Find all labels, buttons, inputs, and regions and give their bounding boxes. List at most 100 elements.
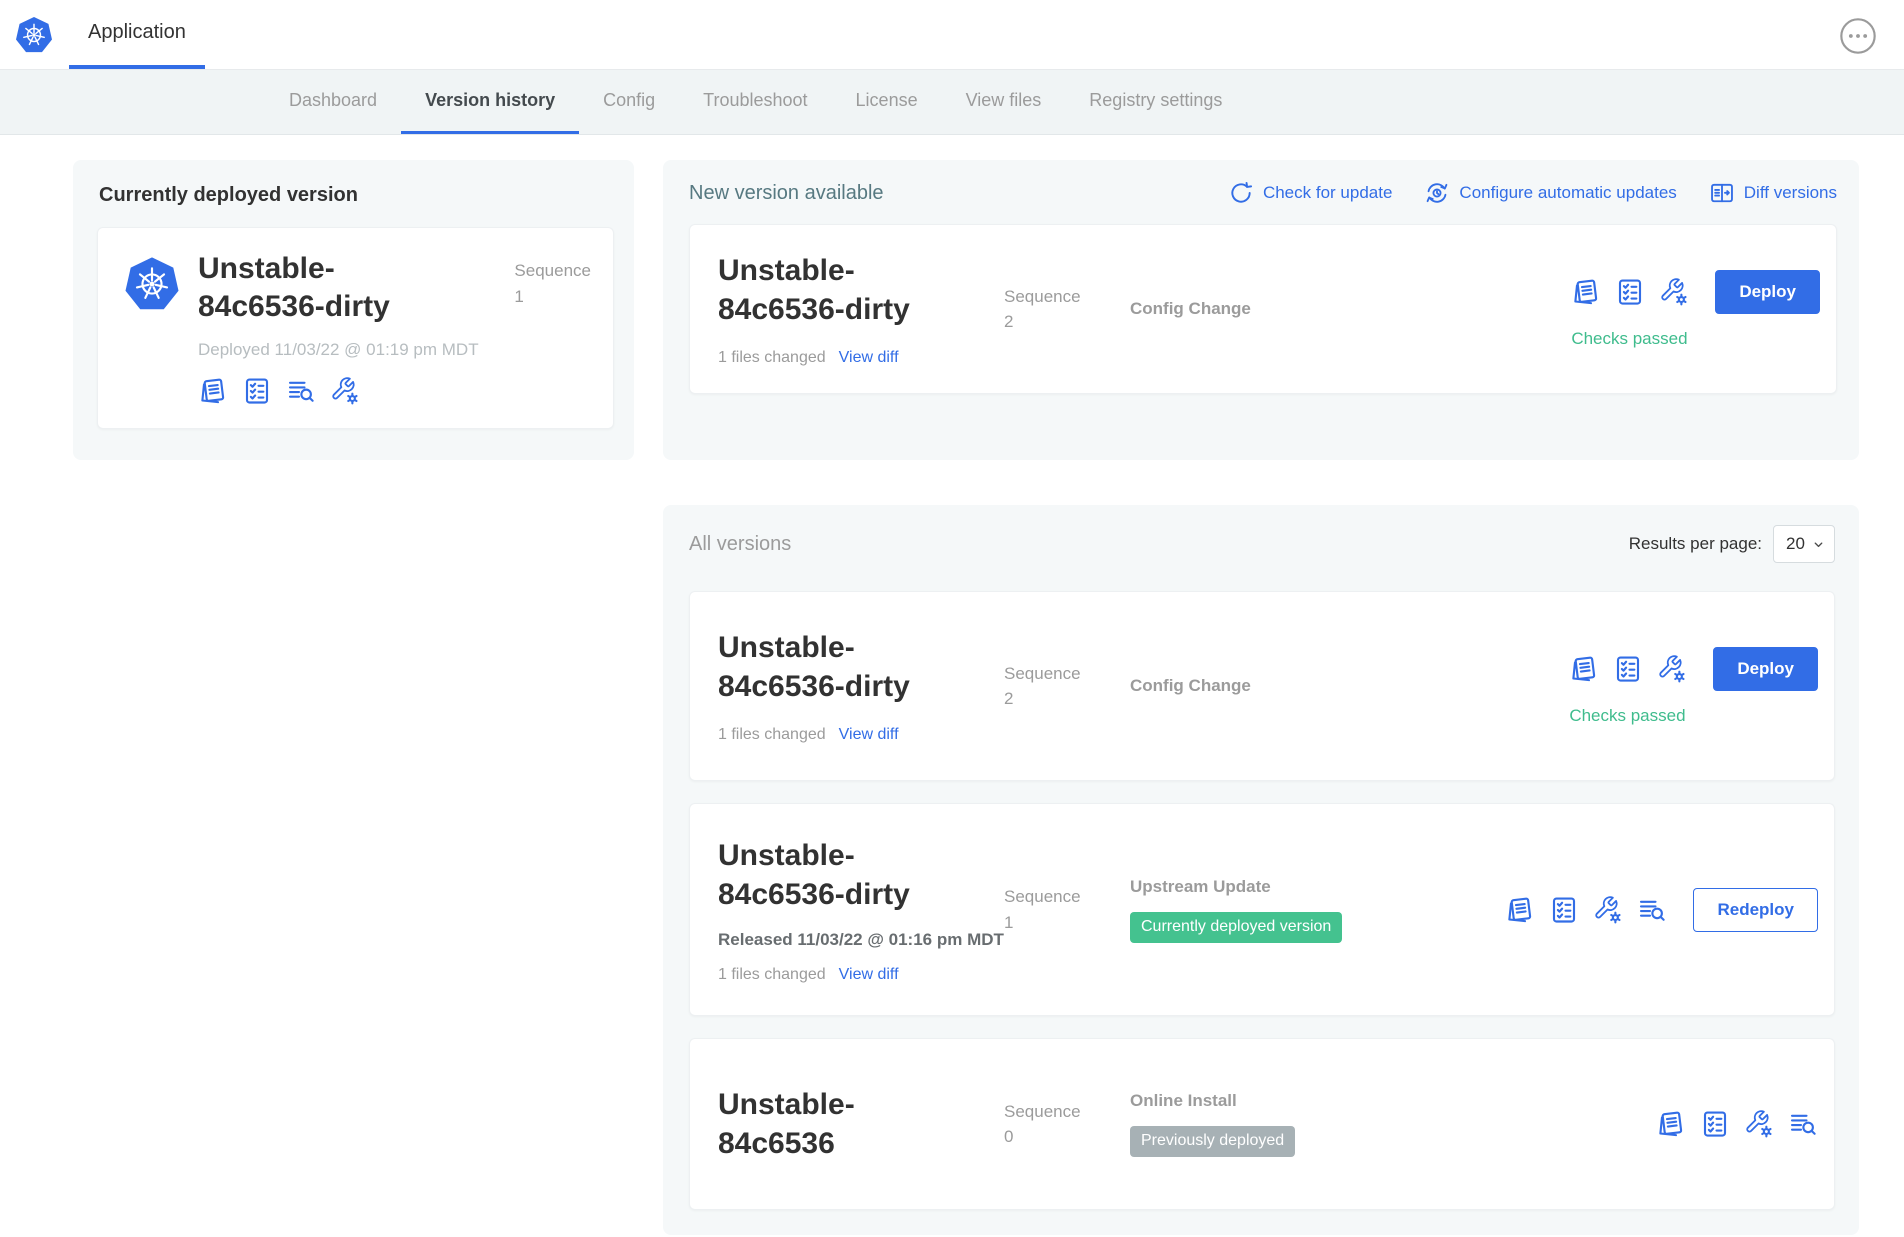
checks-passed-label: Checks passed	[1571, 329, 1687, 349]
version-info: Unstable-84c6536-dirty 1 files changedVi…	[718, 251, 990, 367]
deployed-version-main: Unstable-84c6536-dirty Deployed 11/03/22…	[198, 250, 479, 406]
config-icon[interactable]	[1593, 895, 1623, 925]
release-notes-icon[interactable]	[1571, 277, 1601, 307]
preflight-checks-icon[interactable]	[1700, 1109, 1730, 1139]
checks-passed-label: Checks passed	[1569, 706, 1685, 726]
preflight-checks-icon[interactable]	[1549, 895, 1579, 925]
config-icon[interactable]	[330, 376, 360, 406]
logs-icon[interactable]	[286, 376, 316, 406]
sequence-label: Sequence	[1004, 884, 1104, 910]
version-title: Unstable-84c6536-dirty	[718, 628, 950, 706]
currently-deployed-panel: Currently deployed version Unstable-84c6…	[73, 160, 634, 460]
version-info: Unstable-84c6536	[718, 1085, 990, 1163]
tab-view-files[interactable]: View files	[942, 70, 1066, 134]
config-icon[interactable]	[1657, 654, 1687, 684]
source-label: Online Install	[1130, 1091, 1656, 1111]
new-version-panel: New version available Check for updateCo…	[663, 160, 1859, 460]
release-notes-icon[interactable]	[1569, 654, 1599, 684]
main-content: Currently deployed version Unstable-84c6…	[0, 135, 1904, 1235]
action-row	[1656, 1109, 1818, 1139]
released-timestamp: Released 11/03/22 @ 01:16 pm MDT	[718, 930, 990, 950]
version-info: Unstable-84c6536-dirty 1 files changed Vi…	[718, 628, 990, 744]
deployed-version-actions	[198, 376, 479, 406]
view-diff-link[interactable]: View diff	[839, 726, 899, 743]
logs-icon[interactable]	[1637, 895, 1667, 925]
version-source: Upstream Update Currently deployed versi…	[1104, 877, 1505, 943]
version-row: Unstable-84c6536-dirty Released 11/03/22…	[689, 803, 1835, 1016]
preflight-checks-icon[interactable]	[1613, 654, 1643, 684]
config-icon[interactable]	[1744, 1109, 1774, 1139]
results-per-page-select[interactable]: 20	[1773, 525, 1835, 563]
tab-version-history[interactable]: Version history	[401, 70, 579, 134]
version-source: Online Install Previously deployed	[1104, 1091, 1656, 1157]
version-source: Config Change	[1104, 299, 1571, 319]
tab-troubleshoot[interactable]: Troubleshoot	[679, 70, 831, 134]
version-row: Unstable-84c6536-dirty 1 files changedVi…	[689, 224, 1837, 394]
version-sequence: Sequence 2	[1004, 284, 1104, 335]
diff-icon	[1709, 180, 1735, 206]
version-row: Unstable-84c6536 Sequence 0 Online Insta…	[689, 1038, 1835, 1210]
tab-dashboard[interactable]: Dashboard	[265, 70, 401, 134]
action-row: Deploy	[1571, 270, 1820, 314]
version-info: Unstable-84c6536-dirty Released 11/03/22…	[718, 836, 990, 984]
view-diff-link[interactable]: View diff	[839, 966, 899, 983]
chevron-down-icon	[1812, 538, 1825, 551]
deploy-button[interactable]: Deploy	[1713, 647, 1818, 691]
preflight-checks-icon[interactable]	[242, 376, 272, 406]
link-label: Check for update	[1263, 183, 1392, 203]
files-changed-line: 1 files changed View diff	[718, 726, 990, 744]
kubernetes-logo-icon	[124, 256, 180, 312]
files-changed: 1 files changed	[718, 726, 826, 743]
release-notes-icon[interactable]	[198, 376, 228, 406]
version-sequence: Sequence 0	[1004, 1099, 1104, 1150]
sequence-label: Sequence	[1004, 284, 1104, 310]
version-actions: Deploy Checks passed	[1571, 270, 1820, 349]
deployed-timestamp: Deployed 11/03/22 @ 01:19 pm MDT	[198, 340, 479, 360]
results-per-page-label: Results per page:	[1629, 534, 1762, 554]
view-diff-link[interactable]: View diff	[839, 349, 899, 366]
version-action-icons	[1505, 895, 1667, 925]
check-for-update-link[interactable]: Check for update	[1228, 180, 1392, 206]
update-actions: Check for update Configure automatic upda…	[1228, 180, 1837, 206]
tab-registry-settings[interactable]: Registry settings	[1065, 70, 1246, 134]
version-title: Unstable-84c6536-dirty	[718, 251, 950, 329]
previously-deployed-badge: Previously deployed	[1130, 1126, 1295, 1157]
version-row: Unstable-84c6536-dirty 1 files changed Vi…	[689, 591, 1835, 781]
results-per-page-value: 20	[1786, 534, 1805, 554]
tab-license[interactable]: License	[832, 70, 942, 134]
version-actions	[1656, 1109, 1818, 1139]
results-per-page: Results per page: 20	[1629, 525, 1835, 563]
app-title: Application	[88, 21, 186, 44]
sequence-label: Sequence	[1004, 661, 1104, 687]
right-column: New version available Check for updateCo…	[663, 160, 1859, 1235]
all-versions-panel: All versions Results per page: 20 Unstab…	[663, 505, 1859, 1235]
version-action-icons	[1569, 654, 1687, 684]
all-versions-header: All versions Results per page: 20	[689, 525, 1835, 563]
app-header: Application	[0, 0, 1904, 70]
source-label: Config Change	[1130, 299, 1571, 319]
action-row: Redeploy	[1505, 888, 1818, 932]
source-label: Upstream Update	[1130, 877, 1505, 897]
configure-automatic-updates-link[interactable]: Configure automatic updates	[1424, 180, 1676, 206]
version-sequence: Sequence 1	[1004, 884, 1104, 935]
files-changed: 1 files changed	[718, 966, 826, 983]
diff-versions-link[interactable]: Diff versions	[1709, 180, 1837, 206]
deploy-button[interactable]: Deploy	[1715, 270, 1820, 314]
preflight-checks-icon[interactable]	[1615, 277, 1645, 307]
release-notes-icon[interactable]	[1656, 1109, 1686, 1139]
version-actions: Redeploy	[1505, 888, 1818, 932]
sequence-value: 2	[1004, 309, 1104, 335]
version-action-icons	[1571, 277, 1689, 307]
app-title-tab[interactable]: Application	[69, 0, 205, 69]
redeploy-button[interactable]: Redeploy	[1693, 888, 1818, 932]
logs-icon[interactable]	[1788, 1109, 1818, 1139]
sequence-value: 1	[1004, 910, 1104, 936]
more-options-button[interactable]	[1838, 16, 1878, 56]
release-notes-icon[interactable]	[1505, 895, 1535, 925]
tab-config[interactable]: Config	[579, 70, 679, 134]
sequence-value: 2	[1004, 686, 1104, 712]
config-icon[interactable]	[1659, 277, 1689, 307]
action-row: Deploy	[1569, 647, 1818, 691]
version-title: Unstable-84c6536	[718, 1085, 950, 1163]
currently-deployed-badge: Currently deployed version	[1130, 912, 1342, 943]
